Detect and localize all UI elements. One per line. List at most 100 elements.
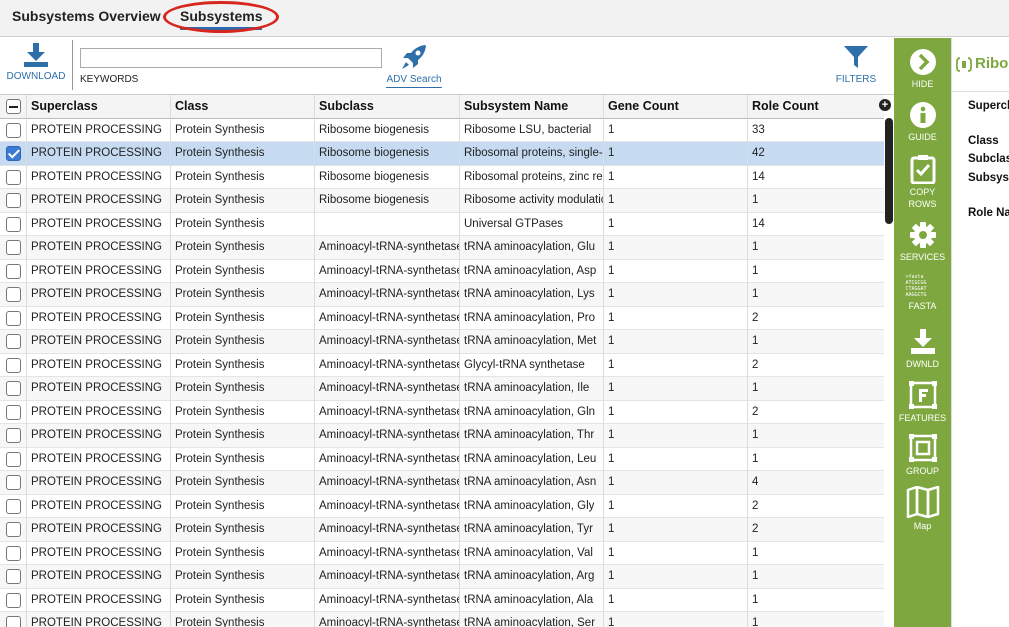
guide-button[interactable]: GUIDE — [894, 101, 951, 143]
info-icon — [909, 102, 936, 128]
cell-subsystem-name: Universal GTPases — [459, 212, 603, 236]
cell-role-count: 1 — [747, 259, 884, 283]
table-row[interactable]: PROTEIN PROCESSING Protein Synthesis Amino… — [0, 377, 884, 401]
cell-superclass: PROTEIN PROCESSING — [26, 588, 170, 612]
add-column-icon[interactable]: + — [879, 99, 891, 111]
row-checkbox[interactable] — [6, 240, 21, 255]
row-checkbox[interactable] — [6, 122, 21, 138]
row-checkbox[interactable] — [6, 498, 21, 514]
cell-gene-count: 1 — [603, 494, 747, 518]
fasta-icon: >fasta ATCGCGG CTAGGAT AAGGCTG — [906, 274, 940, 298]
adv-search-button[interactable]: ADV Search — [386, 42, 442, 88]
download-icon — [24, 43, 48, 67]
column-header-gene-count[interactable]: Gene Count — [603, 95, 747, 119]
keywords-input[interactable] — [80, 48, 382, 68]
row-checkbox[interactable] — [6, 216, 21, 232]
row-checkbox[interactable] — [6, 381, 21, 396]
table-row[interactable]: PROTEIN PROCESSING Protein Synthesis Ribos… — [0, 189, 884, 213]
table-row[interactable]: PROTEIN PROCESSING Protein Synthesis Ribos… — [0, 165, 884, 189]
table-row[interactable]: PROTEIN PROCESSING Protein Synthesis Unive… — [0, 212, 884, 237]
table-row[interactable]: PROTEIN PROCESSING Protein Synthesis Amino… — [0, 471, 884, 495]
cell-class: Protein Synthesis — [170, 259, 314, 283]
tab-subsystems-overview[interactable]: Subsystems Overview — [12, 0, 161, 37]
cell-subclass: Aminoacyl-tRNA-synthetases — [314, 424, 459, 448]
cell-class: Protein Synthesis — [170, 189, 314, 213]
column-header-superclass[interactable]: Superclass — [26, 95, 170, 119]
row-checkbox[interactable] — [6, 334, 21, 349]
table-row[interactable]: PROTEIN PROCESSING Protein Synthesis Amino… — [0, 400, 884, 424]
cell-subsystem-name: tRNA aminoacylation, Asn — [459, 471, 603, 495]
column-header-subclass[interactable]: Subclass — [314, 95, 459, 119]
cell-role-count: 4 — [747, 471, 884, 495]
group-label: GROUP — [905, 466, 939, 476]
table-row[interactable]: PROTEIN PROCESSING Protein Synthesis Amino… — [0, 541, 884, 565]
row-checkbox[interactable] — [6, 146, 21, 161]
row-checkbox[interactable] — [6, 310, 21, 326]
row-checkbox[interactable] — [6, 263, 21, 279]
row-checkbox[interactable] — [6, 287, 21, 302]
row-checkbox[interactable] — [6, 592, 21, 608]
cell-subclass: Aminoacyl-tRNA-synthetases — [314, 236, 459, 260]
dwnld-button[interactable]: DWNLD — [894, 328, 951, 370]
table-row[interactable]: PROTEIN PROCESSING Protein Synthesis Amino… — [0, 330, 884, 354]
row-checkbox[interactable] — [6, 357, 21, 373]
column-header-class[interactable]: Class — [170, 95, 314, 119]
cell-subclass: Ribosome biogenesis — [314, 189, 459, 213]
table-row[interactable]: PROTEIN PROCESSING Protein Synthesis Ribos… — [0, 142, 884, 166]
hide-label: HIDE — [911, 79, 934, 89]
row-checkbox[interactable] — [6, 545, 21, 561]
select-all-checkbox[interactable] — [6, 99, 21, 114]
grid-scrollbar[interactable] — [885, 118, 893, 224]
row-checkbox[interactable] — [6, 616, 21, 627]
table-row[interactable]: PROTEIN PROCESSING Protein Synthesis Amino… — [0, 588, 884, 612]
features-icon — [908, 381, 937, 409]
copy-rows-button[interactable]: COPY ROWS — [894, 154, 951, 210]
table-row[interactable]: PROTEIN PROCESSING Protein Synthesis Amino… — [0, 236, 884, 260]
map-button[interactable]: Map — [894, 486, 951, 532]
cell-gene-count: 1 — [603, 400, 747, 424]
services-button[interactable]: SERVICES — [894, 221, 951, 263]
row-checkbox[interactable] — [6, 169, 21, 185]
hide-button[interactable]: HIDE — [894, 48, 951, 90]
toolbar-separator — [72, 40, 73, 90]
table-row[interactable]: PROTEIN PROCESSING Protein Synthesis Amino… — [0, 424, 884, 448]
table-row[interactable]: PROTEIN PROCESSING Protein Synthesis Amino… — [0, 447, 884, 471]
detail-title: Ribos — [975, 55, 1009, 72]
cell-role-count: 1 — [747, 330, 884, 354]
cell-role-count: 2 — [747, 494, 884, 518]
column-header-subsystem-name[interactable]: Subsystem Name — [459, 95, 603, 119]
table-row[interactable]: PROTEIN PROCESSING Protein Synthesis Amino… — [0, 283, 884, 307]
download-button[interactable]: DOWNLOAD — [6, 42, 66, 82]
guide-label: GUIDE — [908, 132, 937, 142]
row-checkbox[interactable] — [6, 522, 21, 537]
filters-button[interactable]: FILTERS — [832, 44, 880, 85]
row-checkbox[interactable] — [6, 451, 21, 467]
row-checkbox[interactable] — [6, 569, 21, 584]
table-row[interactable]: PROTEIN PROCESSING Protein Synthesis Amino… — [0, 565, 884, 589]
chevron-right-circle-icon — [909, 49, 936, 75]
row-select-cell — [0, 213, 26, 237]
group-button[interactable]: GROUP — [894, 433, 951, 477]
table-row[interactable]: PROTEIN PROCESSING Protein Synthesis Amino… — [0, 494, 884, 518]
table-row[interactable]: PROTEIN PROCESSING Protein Synthesis Amino… — [0, 353, 884, 377]
cell-superclass: PROTEIN PROCESSING — [26, 447, 170, 471]
cell-superclass: PROTEIN PROCESSING — [26, 142, 170, 166]
row-checkbox[interactable] — [6, 193, 21, 208]
row-checkbox[interactable] — [6, 404, 21, 420]
cell-class: Protein Synthesis — [170, 494, 314, 518]
table-row[interactable]: PROTEIN PROCESSING Protein Synthesis Amino… — [0, 612, 884, 627]
table-row[interactable]: PROTEIN PROCESSING Protein Synthesis Ribos… — [0, 118, 884, 142]
features-button[interactable]: FEATURES — [894, 380, 951, 424]
cell-gene-count: 1 — [603, 165, 747, 189]
cell-role-count: 2 — [747, 353, 884, 377]
column-header-role-count[interactable]: Role Count — [747, 95, 884, 119]
table-row[interactable]: PROTEIN PROCESSING Protein Synthesis Amino… — [0, 518, 884, 542]
tab-bar: Subsystems Overview Subsystems — [0, 0, 1009, 37]
cell-role-count: 1 — [747, 541, 884, 565]
row-checkbox[interactable] — [6, 428, 21, 443]
fasta-button[interactable]: >fasta ATCGCGG CTAGGAT AAGGCTG FASTA — [894, 274, 951, 312]
row-checkbox[interactable] — [6, 475, 21, 490]
table-row[interactable]: PROTEIN PROCESSING Protein Synthesis Amino… — [0, 306, 884, 330]
cell-subsystem-name: tRNA aminoacylation, Arg — [459, 565, 603, 589]
table-row[interactable]: PROTEIN PROCESSING Protein Synthesis Amino… — [0, 259, 884, 283]
